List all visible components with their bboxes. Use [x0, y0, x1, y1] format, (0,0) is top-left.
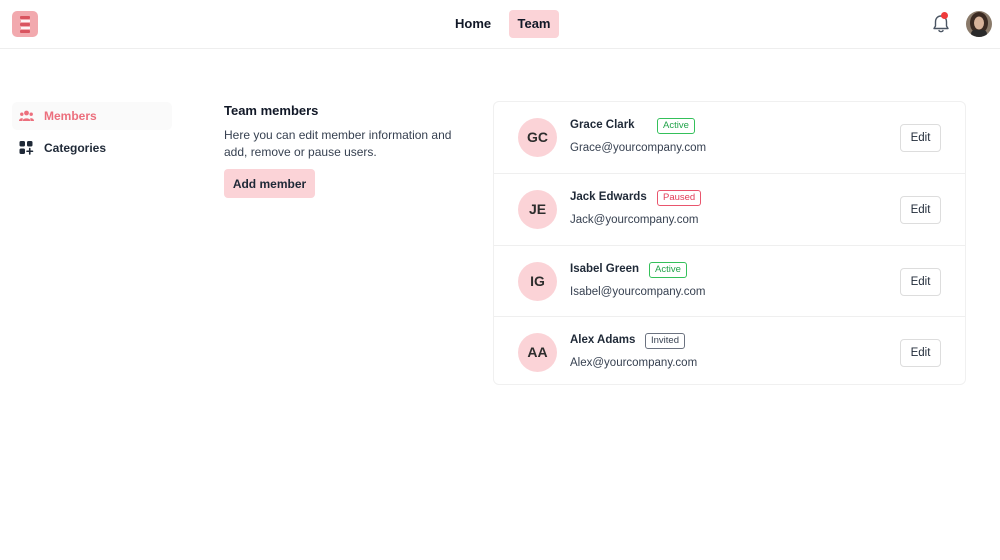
add-member-button[interactable]: Add member	[224, 169, 315, 198]
user-avatar[interactable]	[966, 11, 992, 37]
edit-member-button[interactable]: Edit	[900, 196, 941, 224]
section-title: Team members	[224, 103, 319, 118]
status-badge: Paused	[657, 190, 702, 206]
sidebar-item-label: Categories	[44, 141, 107, 155]
member-name: Alex Adams	[570, 334, 636, 346]
sidebar-item-label: Members	[44, 109, 97, 123]
member-row: AA Alex Adams Invited Alex@yourcompany.c…	[494, 316, 965, 385]
member-email: Grace@yourcompany.com	[570, 142, 707, 154]
member-row: GC Grace Clark Active Grace@yourcompany.…	[494, 102, 965, 174]
edit-member-button[interactable]: Edit	[900, 268, 941, 296]
top-navigation-bar: Home Team	[0, 0, 1000, 49]
users-icon	[19, 109, 34, 123]
member-row: IG Isabel Green Active Isabel@yourcompan…	[494, 245, 965, 317]
edit-member-button[interactable]: Edit	[900, 339, 941, 367]
notification-dot	[941, 12, 948, 19]
member-initials-avatar: AA	[518, 333, 557, 372]
status-badge: Active	[649, 262, 687, 278]
grid-plus-icon	[19, 141, 34, 155]
member-row: JE Jack Edwards Paused Jack@yourcompany.…	[494, 173, 965, 245]
member-name: Grace Clark	[570, 119, 635, 131]
app-logo-icon[interactable]	[12, 11, 38, 37]
sidebar-item-members[interactable]: Members	[12, 102, 172, 130]
member-name: Isabel Green	[570, 263, 640, 275]
member-name: Jack Edwards	[570, 191, 647, 203]
member-initials-avatar: IG	[518, 262, 557, 301]
member-email: Jack@yourcompany.com	[570, 214, 699, 226]
sidebar-item-categories[interactable]: Categories	[12, 134, 172, 162]
section-description: Here you can edit member information and…	[224, 128, 452, 159]
edit-member-button[interactable]: Edit	[900, 124, 941, 152]
status-badge: Active	[657, 118, 695, 134]
member-email: Alex@yourcompany.com	[570, 357, 698, 369]
nav-link-home[interactable]: Home	[445, 10, 501, 38]
member-initials-avatar: JE	[518, 190, 557, 229]
member-email: Isabel@yourcompany.com	[570, 286, 706, 298]
members-list: GC Grace Clark Active Grace@yourcompany.…	[493, 101, 966, 385]
member-initials-avatar: GC	[518, 118, 557, 157]
nav-link-team[interactable]: Team	[509, 10, 559, 38]
status-badge: Invited	[645, 333, 685, 349]
